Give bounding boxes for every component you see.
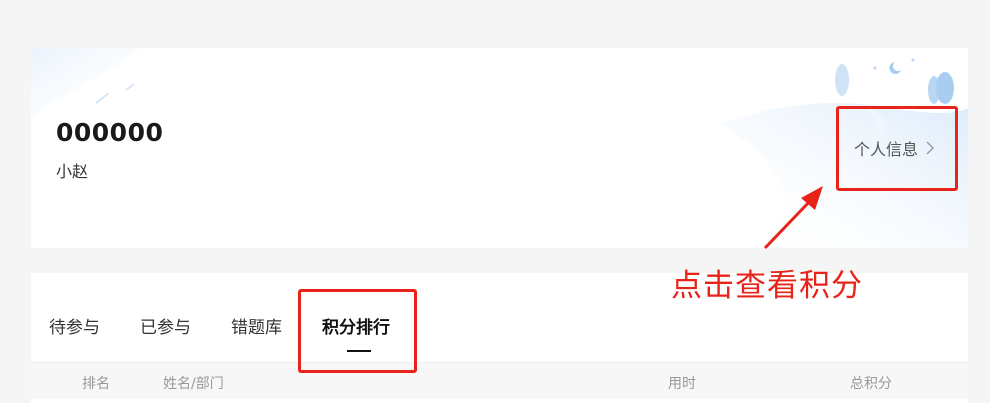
tab-pending[interactable]: 待参与 — [49, 313, 100, 338]
arrow-icon — [763, 186, 823, 250]
tab-wrong-questions[interactable]: 错题库 — [231, 313, 282, 338]
column-header-total-points: 总积分 — [850, 376, 892, 392]
annotation-text: 点击查看积分 — [671, 268, 863, 304]
column-header-time-used: 用时 — [668, 376, 696, 392]
tab-participated[interactable]: 已参与 — [140, 313, 191, 338]
annotation-highlight-points-tab — [298, 289, 417, 373]
user-id: 000000 — [56, 118, 164, 147]
user-name: 小赵 — [56, 162, 89, 181]
column-header-name-department: 姓名/部门 — [163, 376, 224, 392]
column-header-rank: 排名 — [82, 376, 110, 392]
annotation-highlight-personal-info — [836, 106, 958, 191]
table-header: 排名 姓名/部门 用时 总积分 — [31, 362, 968, 399]
